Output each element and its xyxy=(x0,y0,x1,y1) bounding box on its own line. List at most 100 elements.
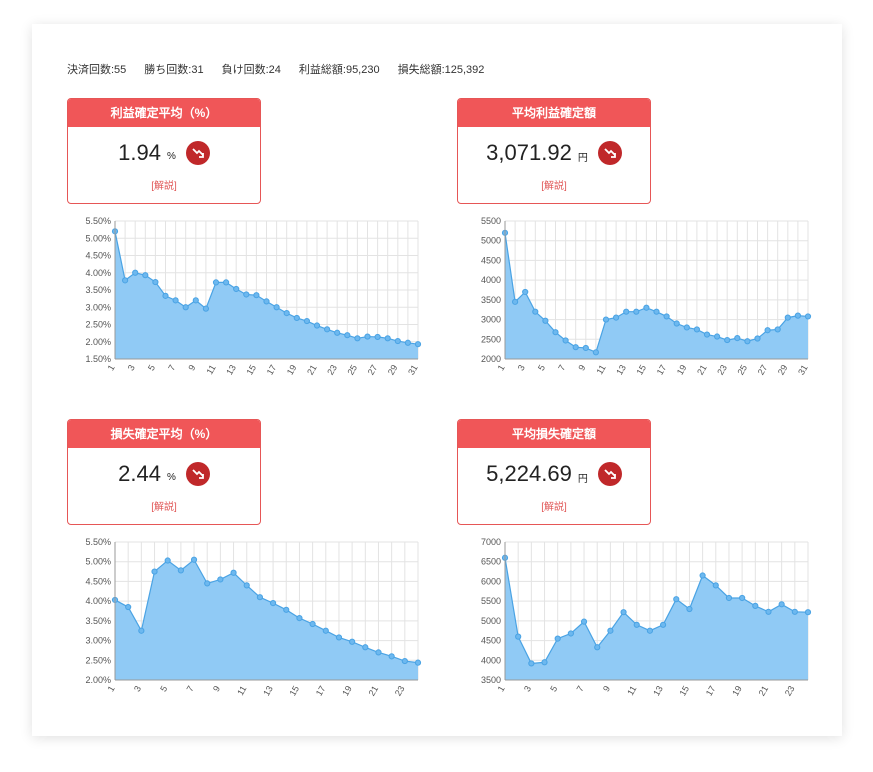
data-point xyxy=(764,327,771,334)
x-tick-label: 1 xyxy=(496,363,507,372)
profit-amount-chart: 200025003000350040004500500055001 3 5 7 9 11 1… xyxy=(481,216,812,377)
x-tick-label: 21 xyxy=(367,684,381,698)
data-point xyxy=(404,339,411,346)
explain-link[interactable]: [解説] xyxy=(458,498,650,513)
x-tick-label: 27 xyxy=(366,363,380,377)
data-point xyxy=(335,634,343,641)
y-tick-label: 4000 xyxy=(481,275,501,285)
x-tick-label: 1 xyxy=(496,684,507,693)
data-point xyxy=(233,285,240,293)
data-point xyxy=(633,308,640,315)
data-point xyxy=(542,317,549,324)
data-point xyxy=(646,627,654,634)
x-tick-label: 15 xyxy=(634,363,648,377)
win-count: 勝ち回数:31 xyxy=(144,64,204,76)
kpi-profit-avg-amount: 平均利益確定額 3,071.92 円 [解説] xyxy=(457,98,651,204)
explain-link[interactable]: [解説] xyxy=(68,177,260,192)
x-tick-label: 23 xyxy=(325,363,339,377)
data-point xyxy=(683,324,690,331)
data-point xyxy=(562,337,569,344)
x-tick-label: 25 xyxy=(345,363,359,377)
data-point xyxy=(172,297,179,304)
data-point xyxy=(414,341,422,348)
x-tick-label: 27 xyxy=(756,363,770,377)
y-tick-label: 2500 xyxy=(481,334,501,344)
data-point xyxy=(778,601,785,608)
data-point xyxy=(734,335,741,342)
data-point xyxy=(243,582,250,589)
y-tick-label: 3.00% xyxy=(85,302,111,312)
data-point xyxy=(572,344,579,351)
data-point xyxy=(725,594,733,602)
data-point xyxy=(253,292,260,299)
loss-total: 損失総額:125,392 xyxy=(397,64,485,76)
y-tick-label: 3.50% xyxy=(85,616,111,626)
kpi-title: 損失確定平均（%） xyxy=(68,420,260,448)
data-point xyxy=(620,609,627,616)
data-point xyxy=(212,279,220,286)
data-point xyxy=(552,329,559,336)
data-point xyxy=(607,627,614,634)
y-tick-label: 3000 xyxy=(481,315,501,325)
data-point xyxy=(686,605,693,613)
explain-link[interactable]: [解説] xyxy=(68,498,260,513)
data-point xyxy=(344,332,351,339)
explain-link[interactable]: [解説] xyxy=(458,177,650,192)
data-point xyxy=(283,606,290,613)
data-point xyxy=(263,298,270,305)
data-point xyxy=(791,608,798,615)
data-point xyxy=(673,320,680,327)
x-tick-label: 29 xyxy=(776,363,790,377)
y-tick-label: 3.00% xyxy=(85,636,111,646)
x-tick-label: 9 xyxy=(576,363,587,372)
x-tick-label: 19 xyxy=(730,684,744,698)
x-tick-label: 13 xyxy=(261,684,275,698)
data-point xyxy=(567,630,574,637)
kpi-title: 平均利益確定額 xyxy=(458,99,650,127)
data-point xyxy=(256,594,264,601)
data-point xyxy=(602,316,610,323)
x-tick-label: 31 xyxy=(406,363,420,377)
profit-pct-chart: 1.50% 2.00% 2.50% 3.00% 3.50% 4.00% 4.50% 5.00%… xyxy=(85,216,422,377)
data-point xyxy=(765,608,772,615)
data-point xyxy=(349,638,356,645)
x-tick-label: 5 xyxy=(536,363,547,372)
trend-down-icon xyxy=(185,462,210,486)
data-point xyxy=(580,618,588,625)
x-tick-label: 1 xyxy=(106,684,117,693)
data-point xyxy=(623,308,630,315)
x-tick-label: 17 xyxy=(314,684,328,698)
x-tick-label: 13 xyxy=(224,363,238,377)
trend-down-icon xyxy=(597,141,622,165)
y-tick-label: 6000 xyxy=(481,576,501,586)
y-tick-label: 6500 xyxy=(481,557,501,567)
y-tick-label: 3.50% xyxy=(85,285,111,295)
data-point xyxy=(643,304,650,311)
x-tick-label: 23 xyxy=(783,684,797,698)
x-tick-label: 21 xyxy=(695,363,709,377)
y-tick-label: 2000 xyxy=(481,354,501,364)
data-point xyxy=(653,308,660,315)
data-point xyxy=(132,269,139,276)
kpi-title: 利益確定平均（%） xyxy=(68,99,260,127)
loss-pct-chart: 2.00% 2.50% 3.00% 3.50% 4.00% 4.50% 5.00% 5.50%… xyxy=(85,537,422,698)
data-point xyxy=(162,292,169,299)
data-point xyxy=(375,649,382,656)
data-point xyxy=(794,312,801,319)
data-point xyxy=(699,572,706,579)
kpi-loss-avg-pct: 損失確定平均（%） 2.44 % [解説] xyxy=(67,419,261,525)
loss-count: 負け回数:24 xyxy=(221,64,281,76)
data-point xyxy=(364,333,371,340)
data-point xyxy=(303,317,310,325)
data-point xyxy=(693,326,700,333)
kpi-title: 平均損失確定額 xyxy=(458,420,650,448)
data-point xyxy=(714,333,721,340)
trend-down-icon xyxy=(185,141,210,165)
y-tick-label: 5500 xyxy=(481,596,501,606)
x-tick-label: 3 xyxy=(522,684,533,693)
kpi-value: 2.44 xyxy=(118,461,161,486)
x-tick-label: 11 xyxy=(594,363,607,376)
data-point xyxy=(362,644,369,651)
data-point xyxy=(334,329,341,336)
data-point xyxy=(744,338,751,345)
